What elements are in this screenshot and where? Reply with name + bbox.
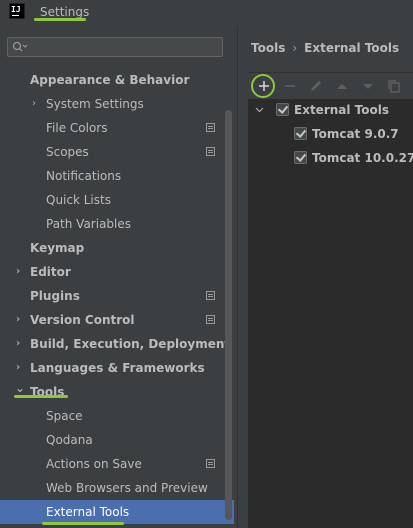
tree-item-tomcat-9[interactable]: Tomcat 9.0.7 <box>248 123 413 145</box>
sidebar-item-external-tools[interactable]: External Tools <box>0 500 234 524</box>
sidebar-item-keymap[interactable]: Keymap <box>0 236 232 260</box>
project-scope-icon <box>206 315 215 324</box>
chevron-right-icon[interactable]: › <box>32 92 36 116</box>
sidebar-item-label: Build, Execution, Deployment <box>30 337 231 351</box>
sidebar-item-label: Path Variables <box>46 217 132 231</box>
sidebar-item-label: Keymap <box>30 241 85 255</box>
window-title: Settings <box>40 5 90 19</box>
sidebar-item-quick-lists[interactable]: Quick Lists <box>0 188 232 212</box>
project-scope-icon <box>206 123 215 132</box>
sidebar-item-scopes[interactable]: Scopes <box>0 140 232 164</box>
tree-item-label: Tomcat 10.0.27 <box>312 151 413 165</box>
sidebar-item-plugins[interactable]: Plugins <box>0 284 232 308</box>
add-button-highlight-circle <box>251 74 275 98</box>
tree-group-external-tools[interactable]: External Tools <box>248 99 413 121</box>
sidebar-item-label: File Colors <box>46 121 108 135</box>
sidebar-item-tools[interactable]: ⌄ Tools <box>0 380 232 404</box>
sidebar-item-version-control[interactable]: › Version Control <box>0 308 232 332</box>
title-bar: IJ Settings <box>0 0 413 26</box>
sidebar-item-appearance-behavior[interactable]: Appearance & Behavior <box>0 68 232 92</box>
settings-sidebar: Appearance & Behavior › System Settings … <box>0 26 236 528</box>
external-tools-tree: External Tools Tomcat 9.0.7 Tomcat 10.0.… <box>248 99 413 528</box>
breadcrumb: Tools › External Tools <box>251 41 399 55</box>
sidebar-item-label: Web Browsers and Preview <box>46 481 208 495</box>
sidebar-item-label: Scopes <box>46 145 89 159</box>
chevron-right-icon[interactable]: › <box>16 260 20 284</box>
breadcrumb-parent[interactable]: Tools <box>251 41 285 55</box>
checkbox[interactable] <box>294 151 307 164</box>
tools-highlight-underline <box>14 395 68 398</box>
tree-group-label: External Tools <box>294 103 389 117</box>
sidebar-item-space[interactable]: Space <box>0 404 232 428</box>
sidebar-item-label: Notifications <box>46 169 122 183</box>
sidebar-item-languages-frameworks[interactable]: › Languages & Frameworks <box>0 356 232 380</box>
search-input[interactable] <box>7 37 223 57</box>
project-scope-icon <box>206 291 215 300</box>
checkbox[interactable] <box>276 103 289 116</box>
sidebar-item-notifications[interactable]: Notifications <box>0 164 232 188</box>
chevron-right-icon[interactable]: › <box>16 308 20 332</box>
sidebar-item-build-execution-deployment[interactable]: › Build, Execution, Deployment <box>0 332 232 356</box>
sidebar-item-qodana[interactable]: Qodana <box>0 428 232 452</box>
sidebar-item-actions-on-save[interactable]: Actions on Save <box>0 452 232 476</box>
sidebar-item-web-browsers-preview[interactable]: Web Browsers and Preview <box>0 476 232 500</box>
sidebar-item-system-settings[interactable]: › System Settings <box>0 92 232 116</box>
sidebar-item-label: Qodana <box>46 433 93 447</box>
move-down-icon[interactable] <box>359 77 377 95</box>
sidebar-item-label: Actions on Save <box>46 457 142 471</box>
sidebar-item-file-colors[interactable]: File Colors <box>0 116 232 140</box>
external-tools-panel: Tools › External Tools External Tools To… <box>238 26 413 528</box>
external-tools-highlight-underline <box>42 522 124 525</box>
remove-icon[interactable] <box>281 77 299 95</box>
intellij-logo-icon: IJ <box>9 3 25 19</box>
sidebar-item-path-variables[interactable]: Path Variables <box>0 212 232 236</box>
sidebar-item-label: Quick Lists <box>46 193 111 207</box>
sidebar-item-label: External Tools <box>46 505 130 519</box>
sidebar-scrollbar[interactable] <box>225 110 232 520</box>
chevron-right-icon[interactable]: › <box>16 332 20 356</box>
sidebar-item-label: Space <box>46 409 83 423</box>
project-scope-icon <box>206 147 215 156</box>
title-highlight-underline <box>34 18 86 21</box>
breadcrumb-separator: › <box>292 41 298 55</box>
sidebar-item-label: Version Control <box>30 313 135 327</box>
sidebar-item-label: System Settings <box>46 97 144 111</box>
sidebar-item-editor[interactable]: › Editor <box>0 260 232 284</box>
breadcrumb-current: External Tools <box>304 41 400 55</box>
search-icon <box>12 41 28 52</box>
sidebar-item-label: Tools <box>30 385 65 399</box>
copy-icon[interactable] <box>385 77 403 95</box>
move-up-icon[interactable] <box>333 77 351 95</box>
sidebar-item-label: Plugins <box>30 289 80 303</box>
sidebar-item-label: Appearance & Behavior <box>30 73 190 87</box>
tree-item-tomcat-10[interactable]: Tomcat 10.0.27 <box>248 147 413 169</box>
edit-icon[interactable] <box>307 77 325 95</box>
tree-item-label: Tomcat 9.0.7 <box>312 127 399 141</box>
sidebar-item-label: Editor <box>30 265 71 279</box>
checkbox[interactable] <box>294 127 307 140</box>
project-scope-icon <box>206 459 215 468</box>
chevron-down-icon[interactable] <box>255 107 264 113</box>
sidebar-item-label: Languages & Frameworks <box>30 361 205 375</box>
